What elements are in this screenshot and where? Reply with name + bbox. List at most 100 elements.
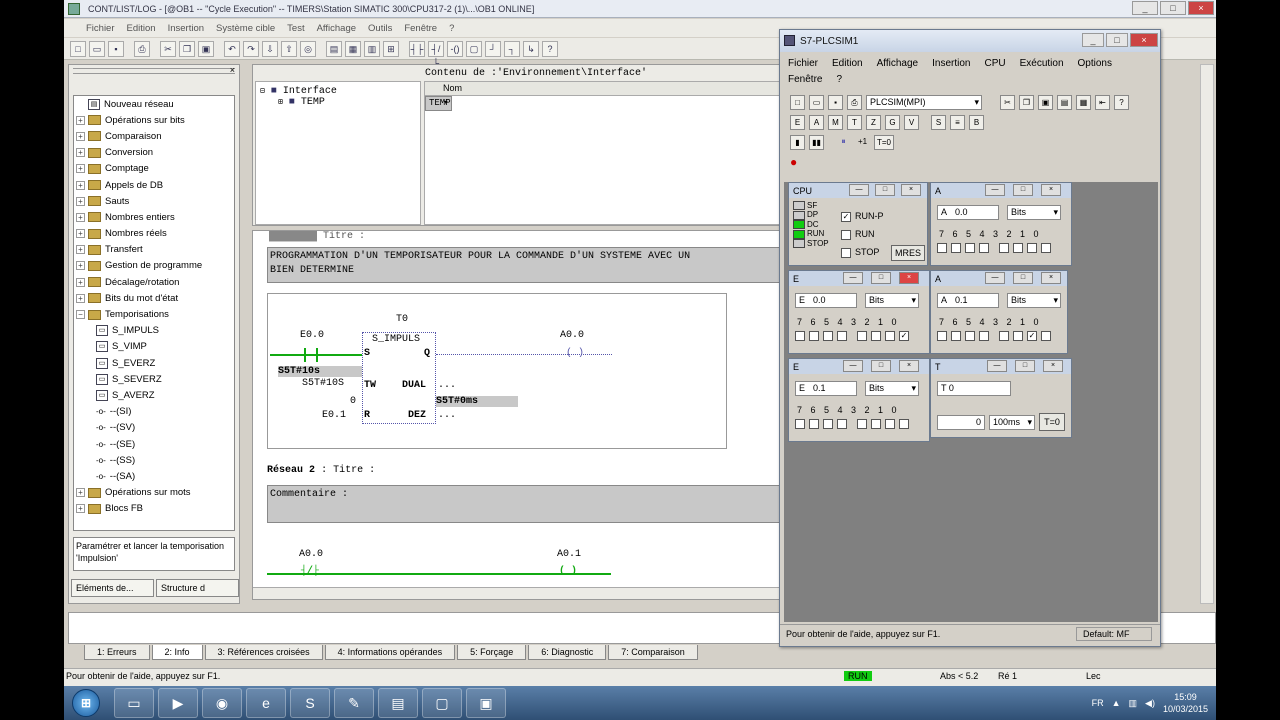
- expand-toggle-icon[interactable]: +: [76, 180, 85, 190]
- tab-program-elements[interactable]: Eléments de...: [71, 579, 154, 597]
- bit-0-checkbox[interactable]: [899, 419, 909, 429]
- bit-0-checkbox[interactable]: [1041, 243, 1051, 253]
- bit-5-checkbox[interactable]: [823, 331, 833, 341]
- cut-icon[interactable]: ✂: [160, 40, 176, 57]
- insert-generic-icon[interactable]: G: [885, 114, 900, 130]
- monitor-icon[interactable]: ◎: [300, 40, 316, 57]
- variable-window-maximize-button[interactable]: □: [871, 360, 891, 372]
- bit-6-checkbox[interactable]: [809, 331, 819, 341]
- tree-item[interactable]: + Sauts: [74, 193, 234, 209]
- expand-toggle-icon[interactable]: +: [76, 229, 85, 239]
- bit-5-checkbox[interactable]: [965, 243, 975, 253]
- insert-timer-icon[interactable]: T: [847, 114, 862, 130]
- tab-info[interactable]: 2: Info: [151, 645, 203, 660]
- menu-fichier[interactable]: Fichier: [86, 23, 115, 34]
- tree-item[interactable]: + Transfert: [74, 242, 234, 258]
- tree-item[interactable]: ▤ Nouveau réseau: [74, 96, 234, 112]
- bit-4-checkbox[interactable]: [979, 243, 989, 253]
- bit-7-checkbox[interactable]: [795, 419, 805, 429]
- close-button[interactable]: ×: [1188, 1, 1214, 15]
- undo-icon[interactable]: ↶: [224, 40, 240, 57]
- language-indicator[interactable]: FR: [1092, 698, 1104, 708]
- pause-icon[interactable]: ⏸: [836, 135, 851, 150]
- sim-help-icon[interactable]: ?: [1114, 94, 1129, 110]
- zoom-icon[interactable]: ⊞: [383, 40, 399, 57]
- mode-run[interactable]: RUN: [841, 225, 884, 243]
- bit-2-checkbox[interactable]: [1013, 243, 1023, 253]
- insert-stack-icon[interactable]: S: [931, 114, 946, 130]
- interface-tree-root[interactable]: ⊟ ■ Interface: [260, 86, 416, 97]
- start-button[interactable]: ⊞: [72, 689, 100, 717]
- timer-max-button[interactable]: □: [1015, 360, 1035, 372]
- address-field[interactable]: A 0.0: [937, 205, 999, 220]
- timer-reset-icon[interactable]: T=0: [874, 134, 894, 150]
- column-header-nom[interactable]: Nom: [425, 82, 779, 96]
- menu-help[interactable]: ?: [449, 23, 454, 34]
- tree-item[interactable]: + Opérations sur bits: [74, 112, 234, 128]
- sim-cascade-icon[interactable]: ▤: [1057, 94, 1072, 110]
- menu-insertion[interactable]: Insertion: [168, 23, 204, 34]
- variable-window-maximize-button[interactable]: □: [1013, 184, 1033, 196]
- network1-comment[interactable]: PROGRAMMATION D'UN TEMPORISATEUR POUR LA…: [267, 247, 779, 283]
- variable-window-minimize-button[interactable]: —: [843, 360, 863, 372]
- tab-diagnostic[interactable]: 6: Diagnostic: [528, 645, 607, 660]
- mres-button[interactable]: MRES: [891, 245, 925, 261]
- panel-close-icon[interactable]: ×: [230, 65, 235, 75]
- bit-5-checkbox[interactable]: [965, 331, 975, 341]
- vertical-scrollbar[interactable]: [1200, 64, 1214, 604]
- expand-toggle-icon[interactable]: −: [76, 310, 85, 320]
- tree-item[interactable]: ▭ S_EVERZ: [74, 355, 234, 371]
- expand-toggle-icon[interactable]: +: [76, 148, 85, 158]
- sim-new-icon[interactable]: □: [790, 94, 805, 110]
- timer-min-button[interactable]: —: [987, 360, 1007, 372]
- sim-open-icon[interactable]: ▭: [809, 94, 824, 110]
- menu-affichage[interactable]: Affichage: [317, 23, 356, 34]
- clock[interactable]: 15:09 10/03/2015: [1163, 691, 1208, 715]
- bit-7-checkbox[interactable]: [937, 331, 947, 341]
- insert-output-icon[interactable]: A: [809, 114, 824, 130]
- tree-item[interactable]: ▭ S_SEVERZ: [74, 371, 234, 387]
- variable-window-close-button[interactable]: ×: [899, 272, 919, 284]
- expand-toggle-icon[interactable]: +: [76, 488, 85, 498]
- ladder-editor-icon[interactable]: ▣: [466, 688, 506, 718]
- timer-address-field[interactable]: T 0: [937, 381, 1011, 396]
- tab-operandes[interactable]: 4: Informations opérandes: [324, 645, 456, 660]
- network-icon[interactable]: ▥: [364, 40, 380, 57]
- sim-menu-edition[interactable]: Edition: [832, 56, 863, 72]
- address-field[interactable]: E 0.1: [795, 381, 857, 396]
- variable-window-minimize-button[interactable]: —: [843, 272, 863, 284]
- bit-3-checkbox[interactable]: [857, 331, 867, 341]
- bit-3-checkbox[interactable]: [999, 243, 1009, 253]
- tab-comparaison[interactable]: 7: Comparaison: [608, 645, 698, 660]
- network-icon[interactable]: ▥: [1129, 698, 1138, 709]
- sim-save-icon[interactable]: ▪: [828, 94, 843, 110]
- variable-window-minimize-button[interactable]: —: [985, 272, 1005, 284]
- insert-vertical-icon[interactable]: V: [904, 114, 919, 130]
- bit-1-checkbox[interactable]: ✓: [1027, 331, 1037, 341]
- format-select[interactable]: Bits: [1007, 293, 1061, 308]
- expand-toggle-icon[interactable]: +: [76, 196, 85, 206]
- tree-item[interactable]: + Bits du mot d'état: [74, 290, 234, 306]
- n2-output-coil[interactable]: ( ): [559, 566, 577, 577]
- bit-2-checkbox[interactable]: [1013, 331, 1023, 341]
- variable-window-close-button[interactable]: ×: [1041, 184, 1061, 196]
- format-select[interactable]: Bits: [865, 293, 919, 308]
- insert-counter-icon[interactable]: Z: [866, 114, 881, 130]
- bit-6-checkbox[interactable]: [951, 331, 961, 341]
- address-field[interactable]: E 0.0: [795, 293, 857, 308]
- sim-menu-cpu[interactable]: CPU: [984, 56, 1005, 72]
- n2-nc-contact[interactable]: ┤/├: [301, 566, 319, 577]
- tree-item[interactable]: + Nombres réels: [74, 226, 234, 242]
- bit-4-checkbox[interactable]: [837, 419, 847, 429]
- bit-0-checkbox[interactable]: [1041, 331, 1051, 341]
- cpu-close-button[interactable]: ×: [901, 184, 921, 196]
- sim-menu-fichier[interactable]: Fichier: [788, 56, 818, 72]
- simatic-manager-icon[interactable]: ▤: [378, 688, 418, 718]
- expand-toggle-icon[interactable]: +: [76, 261, 85, 271]
- insert-memory-icon[interactable]: M: [828, 114, 843, 130]
- tree-item[interactable]: + Nombres entiers: [74, 209, 234, 225]
- redo-icon[interactable]: ↷: [243, 40, 259, 57]
- sim-paste-icon[interactable]: ▣: [1038, 94, 1053, 110]
- variable-window-close-button[interactable]: ×: [1041, 272, 1061, 284]
- cpu-min-button[interactable]: —: [849, 184, 869, 196]
